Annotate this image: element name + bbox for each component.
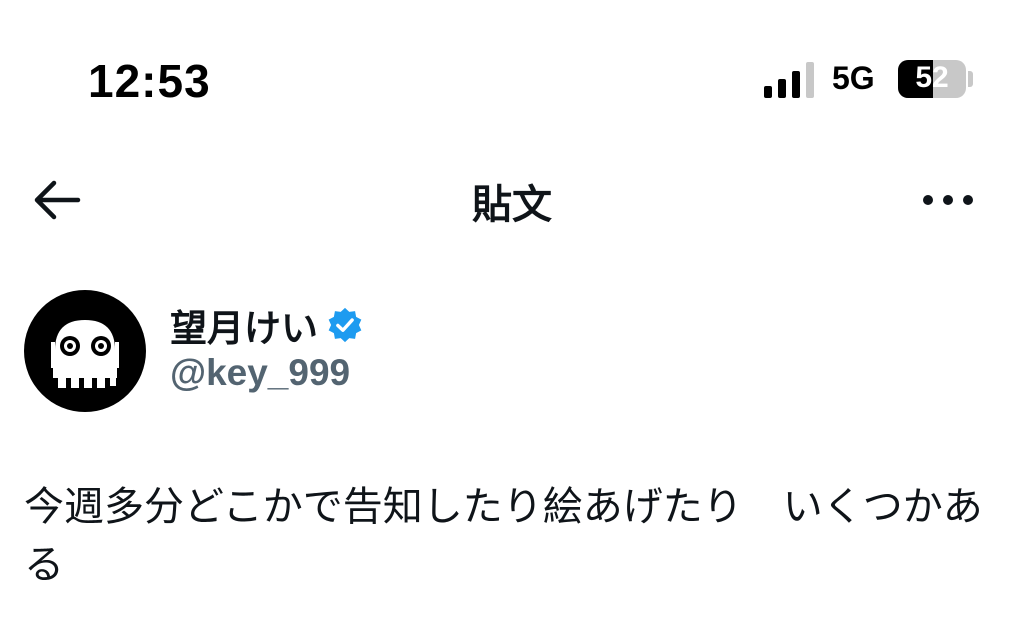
- network-type: 5G: [832, 60, 875, 96]
- post-text: 今週多分どこかで告知したり絵あげたり いくつかある: [24, 484, 983, 588]
- battery-tip: [968, 71, 973, 87]
- avatar[interactable]: [24, 290, 146, 412]
- post-author: 望月けい @key_999: [24, 290, 1004, 420]
- status-time: 12:53: [88, 55, 211, 107]
- top-navigation: 貼文: [0, 150, 1024, 250]
- author-display-name[interactable]: 望月けい: [170, 298, 318, 352]
- skull-avatar-icon: [51, 320, 119, 388]
- author-name-row[interactable]: 望月けい: [170, 300, 364, 350]
- more-options-icon[interactable]: [918, 180, 978, 220]
- cellular-signal-icon: [764, 62, 814, 98]
- author-handle[interactable]: @key_999: [170, 352, 350, 394]
- status-bar: 12:53 5G 52: [0, 0, 1024, 140]
- battery-icon: 52: [898, 60, 966, 98]
- verified-badge-icon: [328, 307, 362, 343]
- page-title: 貼文: [472, 182, 552, 228]
- battery-level-label: 52: [915, 61, 949, 94]
